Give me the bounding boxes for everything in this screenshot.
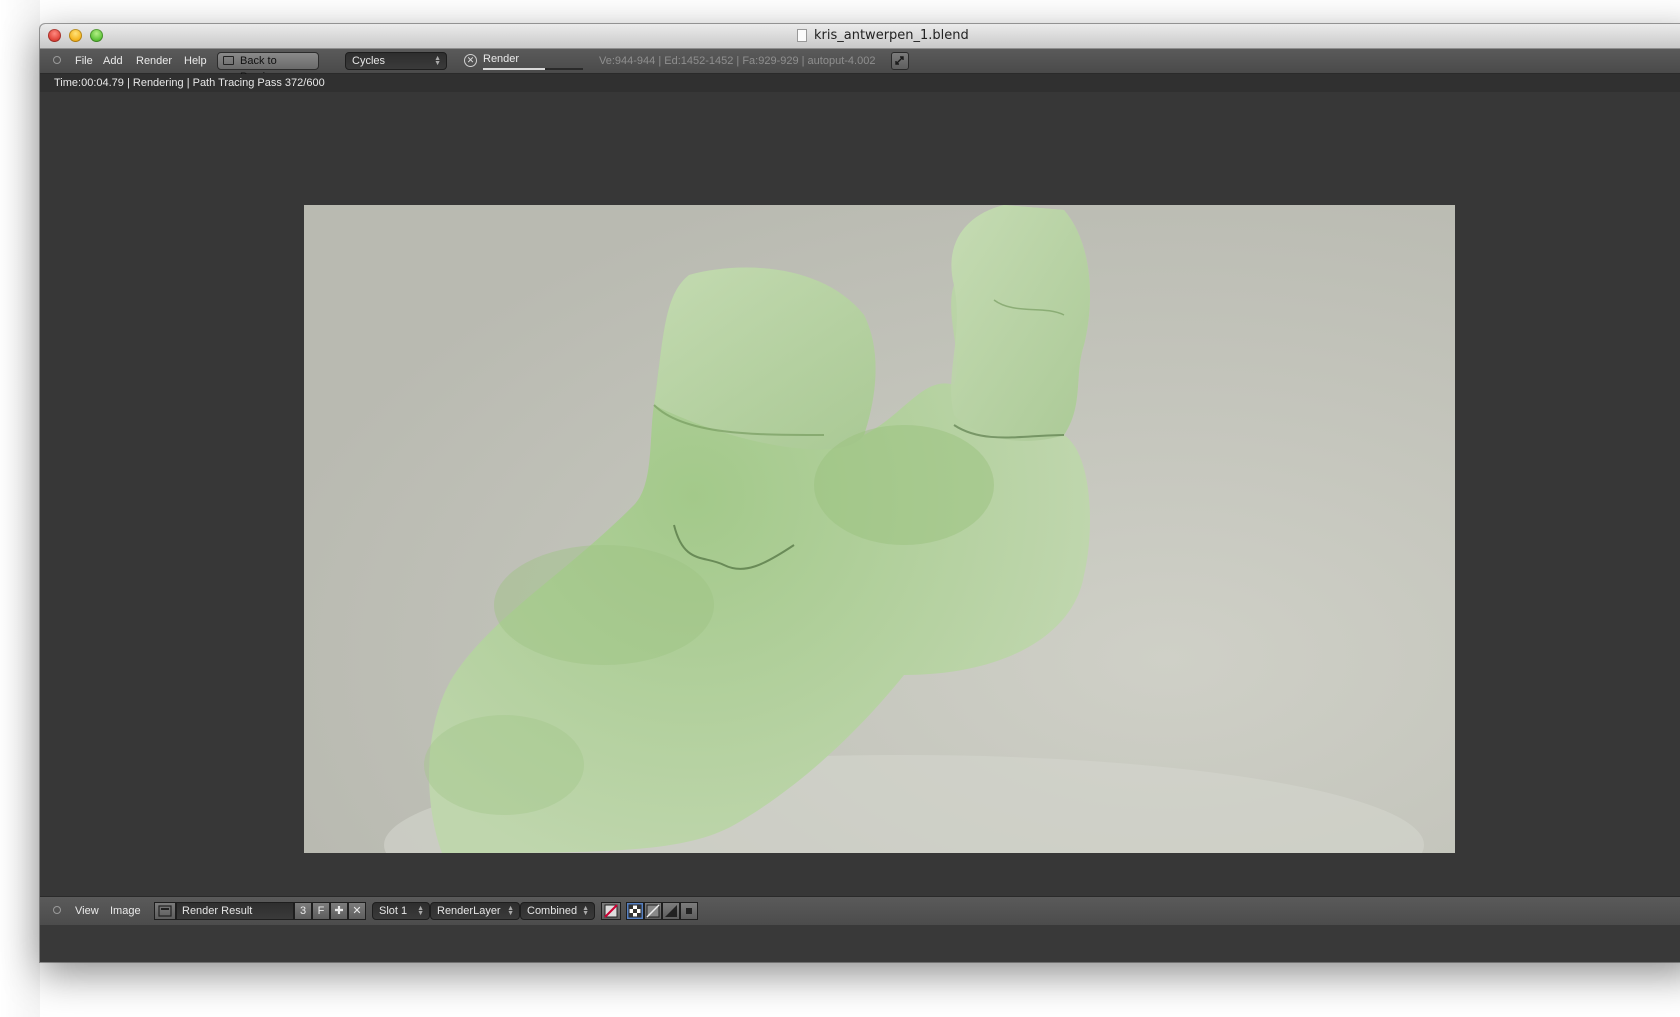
render-status-text: Time:00:04.79 | Rendering | Path Tracing… bbox=[54, 77, 325, 89]
overlay-icon bbox=[686, 908, 692, 914]
render-status-bar: Time:00:04.79 | Rendering | Path Tracing… bbox=[40, 74, 1680, 92]
cancel-render-icon[interactable]: ✕ bbox=[464, 54, 477, 67]
draw-image-and-alpha-button[interactable] bbox=[601, 902, 621, 920]
render-layer-value: RenderLayer bbox=[437, 905, 501, 917]
unlink-image-button[interactable]: ✕ bbox=[348, 902, 366, 920]
image-editor-viewport[interactable] bbox=[40, 92, 1680, 896]
image-icon bbox=[158, 905, 172, 917]
render-layer-select[interactable]: RenderLayer ▲ ▼ bbox=[430, 902, 520, 920]
alpha-icon bbox=[646, 904, 660, 918]
rendered-sculpture-picture bbox=[304, 205, 1455, 853]
render-progress-bar bbox=[483, 68, 583, 70]
z-buffer-icon bbox=[665, 905, 677, 917]
render-engine-select[interactable]: Cycles ▲ ▼ bbox=[345, 52, 447, 70]
browse-image-button[interactable] bbox=[154, 902, 176, 920]
render-job-label: Render bbox=[483, 53, 520, 65]
zoom-window-button[interactable] bbox=[90, 29, 103, 42]
checkerboard-icon bbox=[628, 904, 642, 918]
menu-render[interactable]: Render bbox=[136, 55, 172, 67]
close-icon: ✕ bbox=[352, 905, 362, 917]
footer-collapse-icon[interactable] bbox=[53, 906, 61, 914]
updown-arrows-icon: ▲ ▼ bbox=[582, 905, 589, 917]
draw-z-buffer-button[interactable] bbox=[662, 902, 680, 920]
menu-help[interactable]: Help bbox=[184, 55, 207, 67]
draw-alpha-button[interactable] bbox=[644, 902, 662, 920]
checker-alpha-icon bbox=[604, 904, 618, 918]
title-bar: kris_antwerpen_1.blend bbox=[40, 24, 1680, 49]
close-window-button[interactable] bbox=[48, 29, 61, 42]
image-name-field[interactable]: Render Result bbox=[176, 902, 294, 920]
menu-file[interactable]: File bbox=[75, 55, 93, 67]
menu-view[interactable]: View bbox=[75, 905, 99, 917]
slot-select[interactable]: Slot 1 ▲ ▼ bbox=[372, 902, 430, 920]
minimize-window-button[interactable] bbox=[69, 29, 82, 42]
render-pass-select[interactable]: Combined ▲ ▼ bbox=[520, 902, 595, 920]
render-engine-value: Cycles bbox=[352, 55, 386, 67]
image-editor-header: View Image Render Result 3 F ✚ ✕ Slot 1 … bbox=[40, 896, 1680, 925]
desktop-background bbox=[0, 0, 40, 1017]
draw-image-button[interactable] bbox=[626, 902, 644, 920]
window-title: kris_antwerpen_1.blend bbox=[814, 28, 969, 43]
info-header: File Add Render Help Back to Previous Cy… bbox=[40, 49, 1680, 83]
back-to-previous-button[interactable]: Back to Previous bbox=[217, 52, 319, 83]
fullscreen-toggle-button[interactable] bbox=[891, 52, 909, 70]
plus-icon: ✚ bbox=[334, 905, 344, 917]
updown-arrows-icon: ▲ ▼ bbox=[507, 905, 514, 917]
menu-add[interactable]: Add bbox=[103, 55, 123, 67]
slot-value: Slot 1 bbox=[379, 905, 408, 917]
users-count[interactable]: 3 bbox=[294, 902, 312, 920]
scene-stats: Ve:944-944 | Ed:1452-1452 | Fa:929-929 |… bbox=[599, 55, 876, 67]
blender-window: kris_antwerpen_1.blend File Add Render H… bbox=[40, 24, 1680, 962]
fullscreen-icon bbox=[895, 56, 904, 65]
image-name-value: Render Result bbox=[182, 905, 253, 917]
header-collapse-icon[interactable] bbox=[53, 56, 61, 64]
screen-back-icon bbox=[223, 56, 234, 65]
draw-overlay-button[interactable] bbox=[680, 902, 698, 920]
menu-image[interactable]: Image bbox=[110, 905, 141, 917]
new-image-button[interactable]: ✚ bbox=[330, 902, 348, 920]
render-progress-fill bbox=[483, 68, 545, 70]
fake-user-button[interactable]: F bbox=[312, 902, 330, 920]
document-icon bbox=[797, 29, 807, 42]
render-result-image bbox=[304, 205, 1455, 853]
updown-arrows-icon: ▲ ▼ bbox=[434, 55, 441, 67]
updown-arrows-icon: ▲ ▼ bbox=[417, 905, 424, 917]
render-pass-value: Combined bbox=[527, 905, 578, 917]
